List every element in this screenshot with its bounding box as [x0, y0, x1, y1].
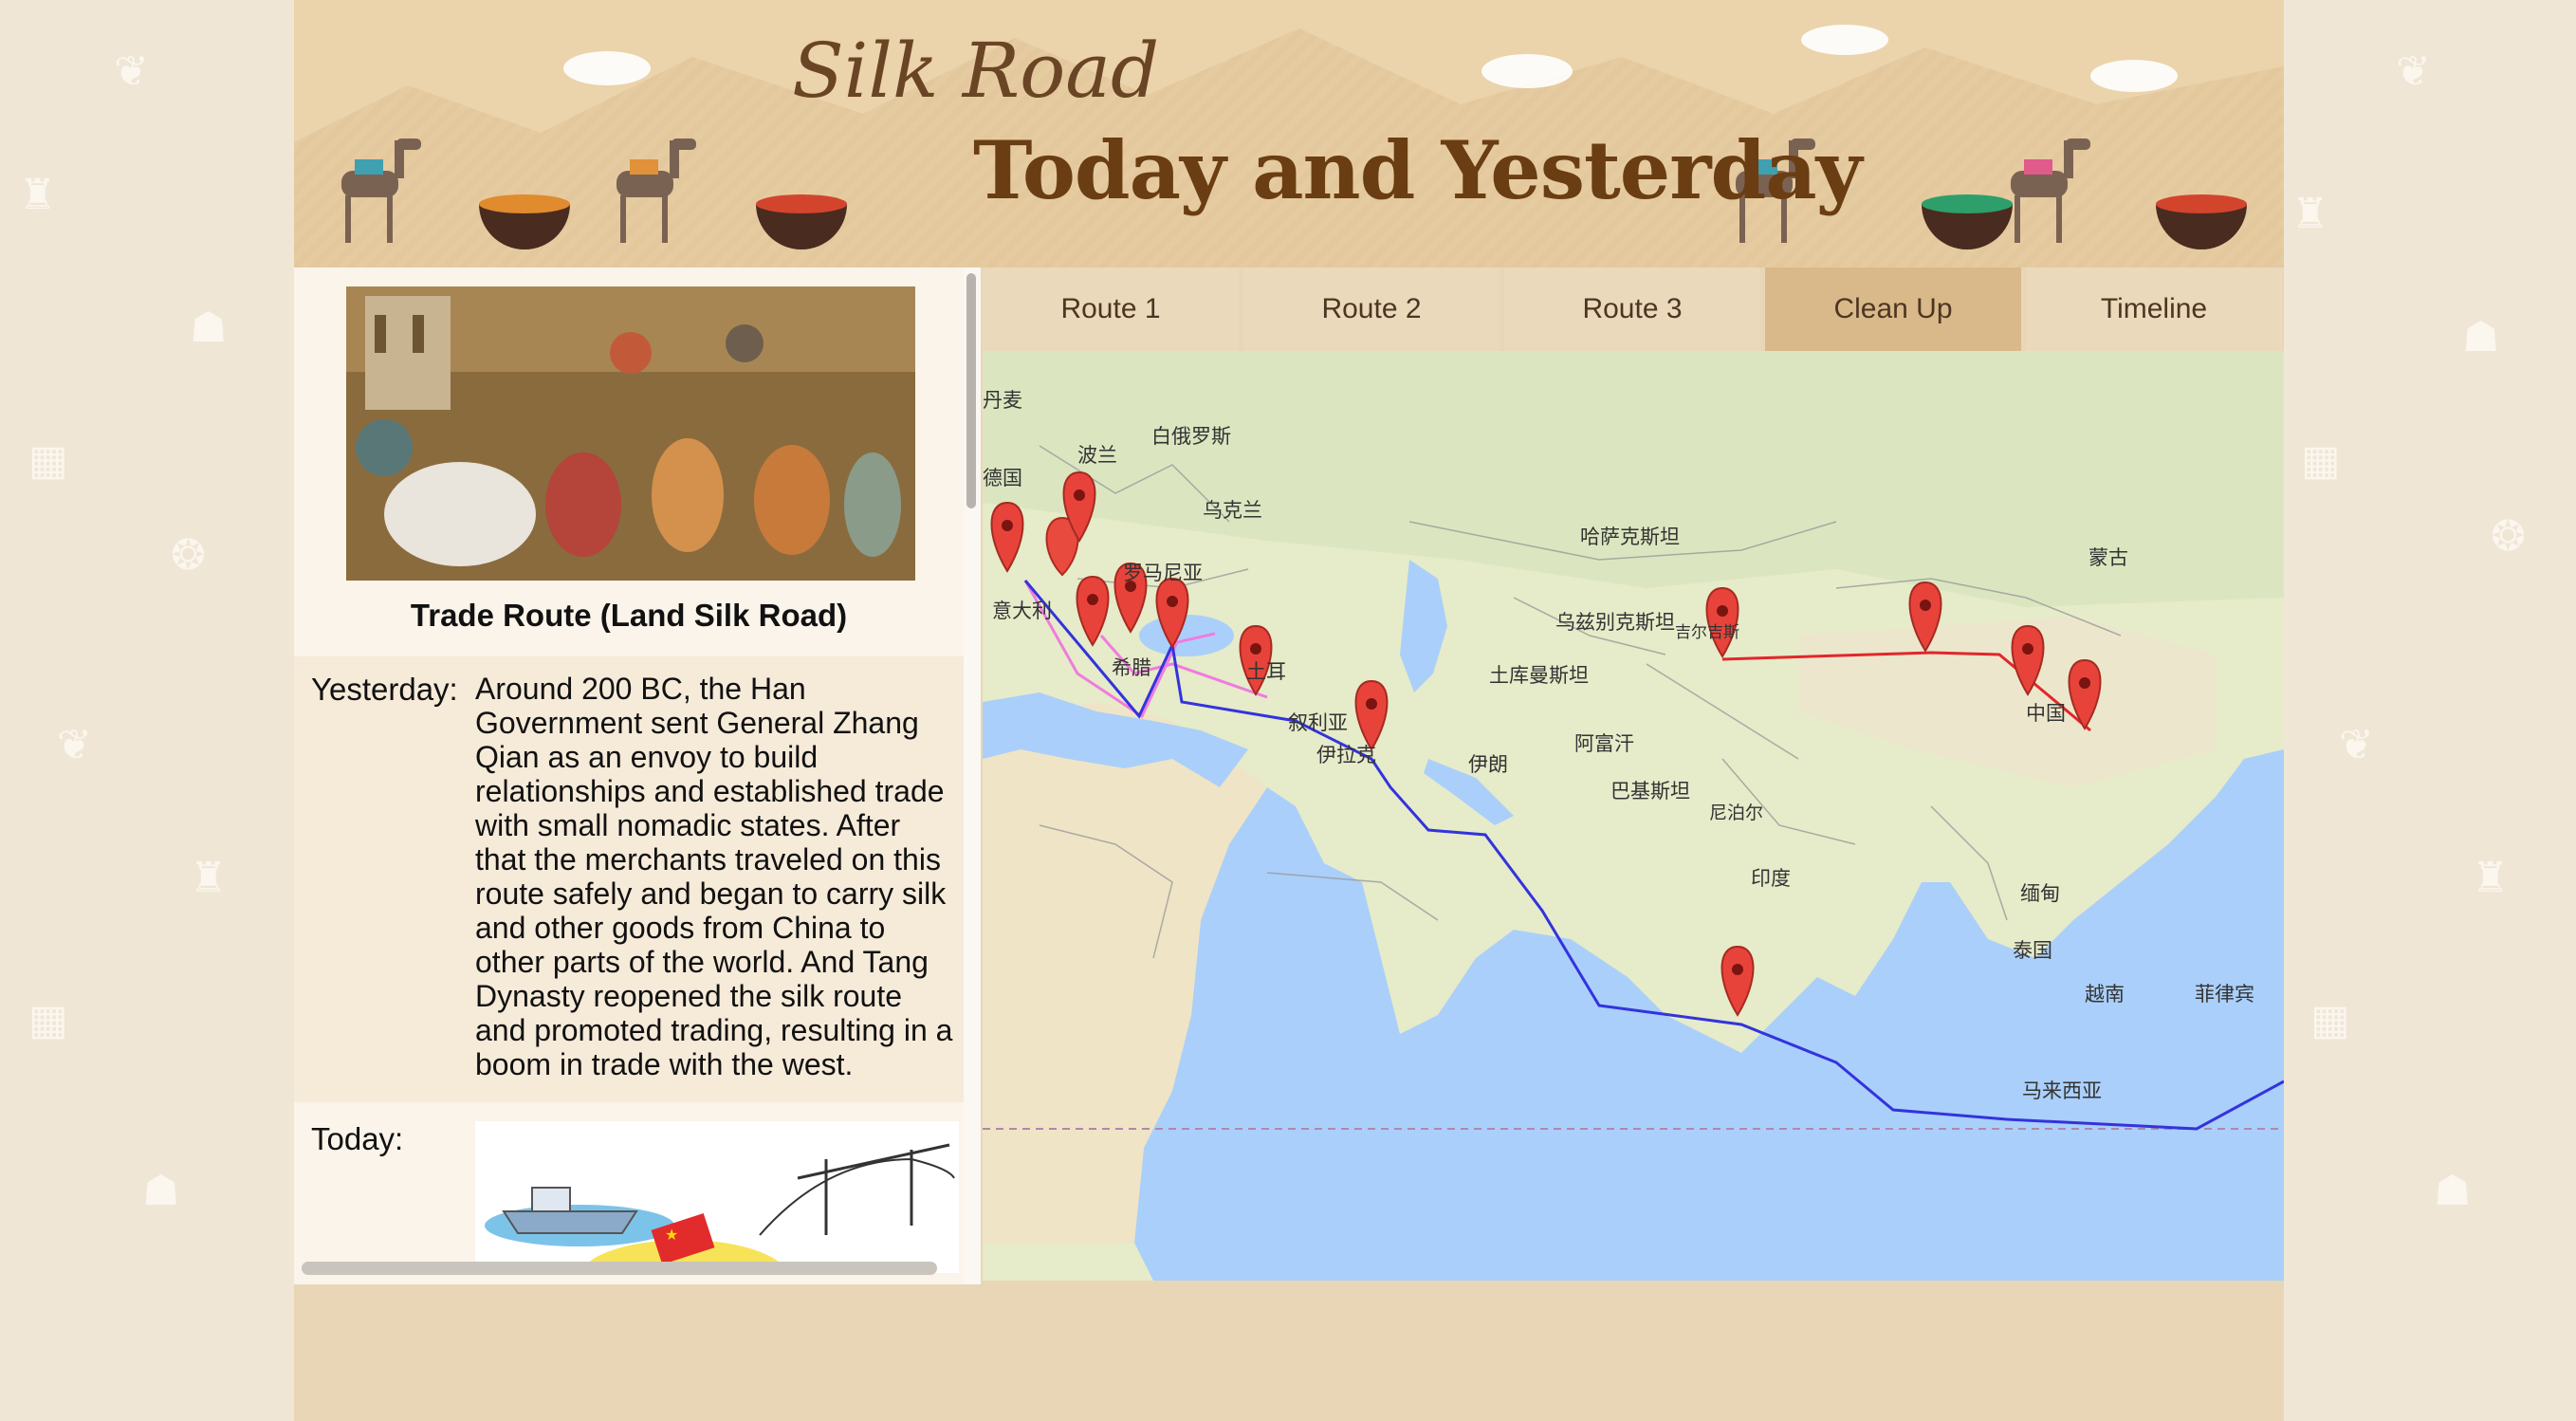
map-label: 巴基斯坦	[1610, 780, 1690, 803]
map-label: 土库曼斯坦	[1489, 664, 1589, 687]
bead-icon: ❂	[2491, 513, 2526, 560]
bottle-icon: ♜	[19, 172, 57, 218]
silk-road-mural-image	[346, 286, 915, 581]
pepper-icon: ❦	[2339, 722, 2374, 768]
map-label: 泰国	[2013, 939, 2052, 962]
route-markers	[990, 471, 2102, 1017]
yesterday-section: Yesterday: Around 200 BC, the Han Govern…	[294, 656, 964, 1102]
map-label: 马来西亚	[2022, 1080, 2102, 1102]
page-container: Silk Road Today and Yesterday Trade Rout…	[294, 0, 2284, 1421]
map-label: 希腊	[1112, 656, 1151, 679]
map-label: 罗马尼亚	[1123, 562, 1203, 584]
map-label: 伊朗	[1468, 753, 1508, 776]
map-label: 阿富汗	[1574, 732, 1634, 755]
map-label: 吉尔吉斯	[1675, 623, 1739, 642]
map-label: 土耳	[1246, 660, 1286, 683]
map-label: 叙利亚	[1288, 711, 1348, 734]
sponge-icon: ▦	[28, 437, 68, 484]
map-label: 哈萨克斯坦	[1580, 526, 1680, 548]
map-label: 缅甸	[2020, 882, 2060, 905]
sponge-icon: ▦	[2310, 997, 2350, 1043]
map-pin	[1720, 945, 1755, 1017]
tab-route-3[interactable]: Route 3	[1504, 268, 1760, 351]
pepper-icon: ❦	[57, 722, 92, 768]
today-label: Today:	[311, 1121, 404, 1156]
tab-timeline[interactable]: Timeline	[2026, 268, 2282, 351]
route-info-panel[interactable]: Trade Route (Land Silk Road) Yesterday: …	[294, 268, 981, 1284]
background-pattern-right: ❦ ♜ ☗ ▦ ❂ ❦ ♜ ▦ ☗	[2282, 0, 2576, 1421]
map-label: 意大利	[992, 600, 1052, 622]
yesterday-label: Yesterday:	[311, 672, 458, 707]
modern-trade-illustration: ★	[475, 1121, 959, 1273]
route-caption: Trade Route (Land Silk Road)	[410, 598, 848, 633]
map-label: 蒙古	[2088, 546, 2128, 569]
map-label: 越南	[2085, 983, 2125, 1006]
map-pin	[1062, 471, 1096, 543]
map-pin	[2068, 658, 2102, 730]
bead-icon: ❂	[171, 532, 206, 579]
map-label: 中国	[2026, 702, 2066, 725]
panel-horizontal-scrollbar[interactable]	[302, 1262, 937, 1275]
route-tabs: Route 1 Route 2 Route 3 Clean Up Timelin…	[983, 268, 2284, 351]
sponge-icon: ▦	[2301, 437, 2341, 484]
bottle-icon: ♜	[2472, 855, 2510, 901]
site-title-small: Silk Road	[792, 27, 1160, 115]
tab-clean-up[interactable]: Clean Up	[1765, 268, 2021, 351]
pepper-icon: ❦	[2396, 48, 2431, 95]
camel-icon: ☗	[2462, 314, 2500, 360]
camel-icon: ☗	[142, 1168, 180, 1214]
yesterday-text: Around 200 BC, the Han Government sent G…	[475, 672, 953, 1081]
background-pattern-left: ❦ ♜ ☗ ▦ ❂ ❦ ♜ ▦ ☗	[0, 0, 294, 1421]
svg-text:★: ★	[665, 1226, 678, 1244]
camel-icon: ☗	[190, 304, 228, 351]
bottle-icon: ♜	[190, 855, 228, 901]
bottle-icon: ♜	[2291, 191, 2329, 237]
map-label: 德国	[983, 467, 1022, 489]
map-label: 丹麦	[983, 389, 1022, 412]
map-pin	[1155, 577, 1189, 649]
site-title-main: Today and Yesterday	[973, 123, 1862, 217]
map-label: 乌克兰	[1203, 499, 1262, 522]
map-label: 尼泊尔	[1709, 803, 1764, 823]
pepper-icon: ❦	[114, 48, 149, 95]
map-label: 白俄罗斯	[1151, 425, 1231, 448]
map-pin	[990, 501, 1024, 573]
camel-icon: ☗	[2434, 1168, 2472, 1214]
map-label: 波兰	[1077, 444, 1117, 467]
map-label: 伊拉克	[1316, 744, 1376, 766]
tab-route-2[interactable]: Route 2	[1243, 268, 1500, 351]
panel-vertical-scrollbar[interactable]	[964, 268, 981, 1284]
map-pin	[1908, 581, 1942, 653]
sponge-icon: ▦	[28, 997, 68, 1043]
map-pin	[1076, 575, 1110, 647]
map-label: 菲律宾	[2195, 983, 2254, 1006]
route-map[interactable]: 丹麦 波兰 白俄罗斯 德国 乌克兰 罗马尼亚 意大利 希腊 土耳 叙利亚 伊拉克…	[983, 351, 2284, 1281]
map-label: 乌兹别克斯坦	[1555, 611, 1675, 634]
map-label: 印度	[1751, 867, 1791, 890]
tab-route-1[interactable]: Route 1	[983, 268, 1239, 351]
map-pin	[2011, 624, 2045, 696]
header-banner: Silk Road Today and Yesterday	[294, 0, 2284, 268]
vertical-scroll-thumb[interactable]	[966, 273, 976, 508]
